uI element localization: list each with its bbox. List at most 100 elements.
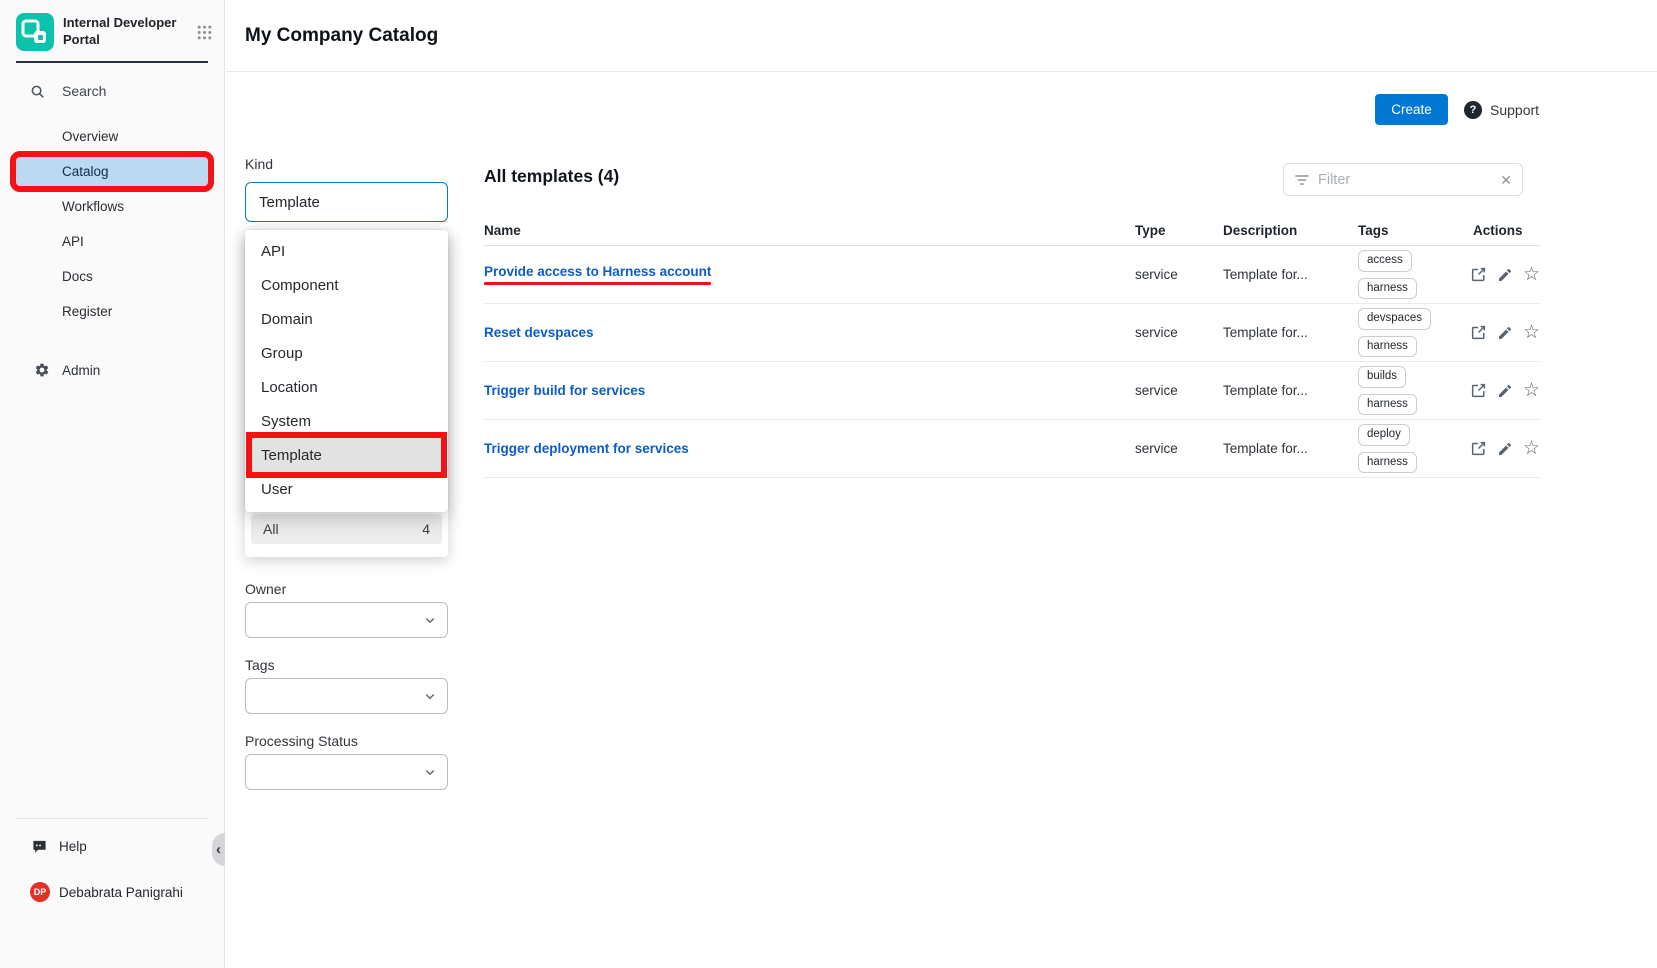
tag-badge: devspaces [1358, 308, 1431, 330]
admin-label: Admin [62, 363, 100, 378]
table-row: Trigger deployment for services service … [484, 420, 1540, 478]
kind-select[interactable]: Template [245, 182, 448, 222]
tags-cell: deploy harness [1340, 424, 1465, 473]
description-cell: Template for... [1223, 441, 1340, 456]
column-header-tags: Tags [1340, 223, 1465, 238]
create-button[interactable]: Create [1375, 94, 1448, 125]
tags-cell: devspaces harness [1340, 308, 1465, 357]
user-menu[interactable]: DP Debabrata Panigrahi [0, 878, 224, 906]
type-cell: service [1135, 383, 1223, 398]
actions-cell: ☆ [1465, 439, 1540, 458]
kind-option-domain[interactable]: Domain [245, 302, 448, 336]
actions-cell: ☆ [1465, 265, 1540, 284]
star-icon[interactable]: ☆ [1523, 439, 1540, 458]
kind-option-location[interactable]: Location [245, 370, 448, 404]
page-title: My Company Catalog [245, 25, 438, 47]
table-header-row: Name Type Description Tags Actions [484, 215, 1540, 246]
kind-option-template[interactable]: Template [252, 438, 441, 472]
kind-dropdown-menu: API Component Domain Group Location Syst… [245, 230, 448, 512]
template-link[interactable]: Reset devspaces [484, 325, 594, 340]
kind-option-system[interactable]: System [245, 404, 448, 438]
tag-badge: builds [1358, 366, 1406, 388]
user-name: Debabrata Panigrahi [59, 885, 183, 900]
kind-label: Kind [245, 156, 273, 172]
sidebar-item-help[interactable]: Help [0, 831, 224, 862]
type-cell: service [1135, 325, 1223, 340]
column-header-actions: Actions [1465, 223, 1540, 238]
close-icon[interactable]: ✕ [1500, 173, 1512, 187]
brand-title: Internal Developer Portal [63, 15, 188, 49]
tag-badge: access [1358, 250, 1412, 272]
star-icon[interactable]: ☆ [1523, 381, 1540, 400]
tags-select[interactable] [245, 678, 448, 714]
open-in-new-icon[interactable] [1470, 382, 1487, 399]
tag-badge: harness [1358, 278, 1417, 300]
sidebar-item-search[interactable]: Search [0, 75, 224, 107]
description-cell: Template for... [1223, 383, 1340, 398]
star-icon[interactable]: ☆ [1523, 265, 1540, 284]
filter-icon [1294, 173, 1310, 187]
search-label: Search [62, 83, 106, 99]
star-icon[interactable]: ☆ [1523, 323, 1540, 342]
tags-filter-label: Tags [245, 657, 275, 673]
edit-icon[interactable] [1497, 383, 1513, 399]
sidebar-item-register[interactable]: Register [16, 297, 208, 326]
gear-icon [34, 362, 50, 378]
support-label: Support [1490, 102, 1539, 118]
sidebar-item-workflows[interactable]: Workflows [16, 192, 208, 221]
edit-icon[interactable] [1497, 267, 1513, 283]
divider [16, 818, 208, 819]
sidebar-nav: Overview Catalog Workflows API Docs Regi… [0, 119, 224, 329]
count-label: All [263, 521, 279, 537]
avatar: DP [30, 882, 50, 902]
table-filter: ✕ [1283, 163, 1523, 196]
table-row: Trigger build for services service Templ… [484, 362, 1540, 420]
count-value: 4 [422, 521, 430, 537]
tag-badge: deploy [1358, 424, 1410, 446]
template-link[interactable]: Provide access to Harness account [484, 264, 711, 285]
edit-icon[interactable] [1497, 441, 1513, 457]
kind-option-group[interactable]: Group [245, 336, 448, 370]
type-cell: service [1135, 267, 1223, 282]
templates-table: Name Type Description Tags Actions Provi… [484, 215, 1540, 478]
kind-count-all-row[interactable]: All 4 [251, 514, 442, 544]
tags-cell: builds harness [1340, 366, 1465, 415]
type-cell: service [1135, 441, 1223, 456]
apps-grid-icon[interactable] [197, 25, 212, 40]
toolbar: Create ? Support [1375, 94, 1539, 125]
sidebar-item-docs[interactable]: Docs [16, 262, 208, 291]
column-header-description: Description [1223, 223, 1340, 238]
tags-cell: access harness [1340, 250, 1465, 299]
open-in-new-icon[interactable] [1470, 266, 1487, 283]
tag-badge: harness [1358, 394, 1417, 416]
search-icon [30, 84, 45, 99]
sidebar-item-catalog[interactable]: Catalog [16, 157, 208, 186]
kind-option-api[interactable]: API [245, 234, 448, 268]
owner-select[interactable] [245, 602, 448, 638]
description-cell: Template for... [1223, 325, 1340, 340]
brand-divider [16, 61, 208, 63]
chat-icon [32, 839, 47, 854]
section-title: All templates (4) [484, 166, 619, 187]
template-link[interactable]: Trigger build for services [484, 383, 645, 398]
owner-label: Owner [245, 581, 286, 597]
open-in-new-icon[interactable] [1470, 324, 1487, 341]
table-row: Reset devspaces service Template for... … [484, 304, 1540, 362]
support-button[interactable]: ? Support [1464, 101, 1539, 119]
kind-option-component[interactable]: Component [245, 268, 448, 302]
sidebar-item-api[interactable]: API [16, 227, 208, 256]
tag-badge: harness [1358, 452, 1417, 474]
sidebar-item-overview[interactable]: Overview [16, 122, 208, 151]
description-cell: Template for... [1223, 267, 1340, 282]
edit-icon[interactable] [1497, 325, 1513, 341]
processing-status-select[interactable] [245, 754, 448, 790]
tag-badge: harness [1358, 336, 1417, 358]
template-link[interactable]: Trigger deployment for services [484, 441, 689, 456]
sidebar-collapse-handle[interactable]: ‹ [212, 833, 225, 866]
filter-input[interactable] [1318, 172, 1492, 188]
kind-option-user[interactable]: User [245, 472, 448, 506]
open-in-new-icon[interactable] [1470, 440, 1487, 457]
chevron-down-icon [424, 614, 436, 626]
sidebar-item-admin[interactable]: Admin [0, 355, 224, 385]
table-row: Provide access to Harness account servic… [484, 246, 1540, 304]
